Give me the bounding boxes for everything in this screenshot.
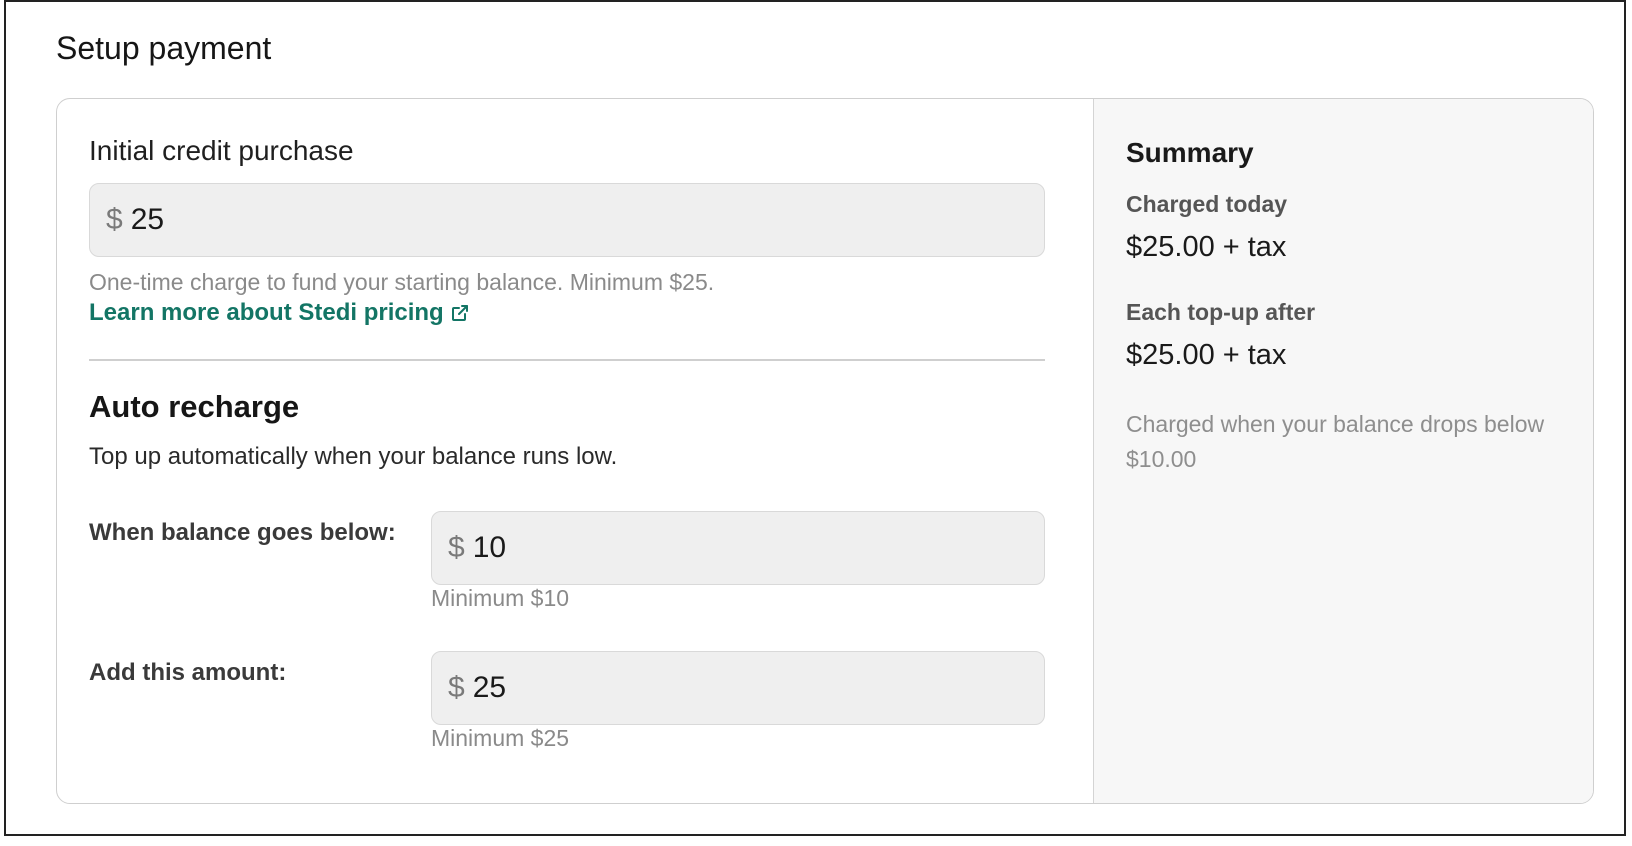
initial-credit-label: Initial credit purchase: [89, 135, 354, 166]
app-frame: Setup payment Initial credit purchase $ …: [4, 0, 1626, 836]
recharge-amount-label: Add this amount:: [89, 659, 287, 686]
initial-credit-input[interactable]: $ 25: [89, 183, 1045, 257]
charged-today-label: Charged today: [1126, 191, 1288, 217]
threshold-input[interactable]: $ 10: [431, 511, 1045, 585]
page-title: Setup payment: [56, 30, 272, 66]
stedi-pricing-link[interactable]: Learn more about Stedi pricing: [89, 299, 470, 327]
currency-symbol: $: [106, 203, 123, 236]
section-divider: [89, 359, 1045, 361]
charged-today-value: $25.00 + tax: [1126, 231, 1287, 263]
external-link-icon: [451, 305, 468, 321]
summary-note: Charged when your balance drops below $1…: [1126, 411, 1545, 472]
recharge-amount-value: 25: [472, 671, 507, 704]
summary-panel: Summary Charged today $25.00 + tax Each …: [1093, 99, 1593, 803]
topup-value: $25.00 + tax: [1126, 339, 1287, 371]
stedi-pricing-link-label: Learn more about Stedi pricing: [89, 299, 444, 326]
initial-credit-help: One-time charge to fund your starting ba…: [89, 269, 715, 295]
currency-symbol: $: [448, 531, 465, 564]
threshold-label: When balance goes below:: [89, 519, 396, 546]
recharge-amount-help: Minimum $25: [431, 725, 570, 751]
summary-title: Summary: [1126, 137, 1254, 168]
topup-label: Each top-up after: [1126, 299, 1316, 325]
threshold-value: 10: [472, 531, 507, 564]
payment-card: Initial credit purchase $ 25 One-time ch…: [56, 98, 1594, 804]
currency-symbol: $: [448, 671, 465, 704]
recharge-amount-input[interactable]: $ 25: [431, 651, 1045, 725]
threshold-help: Minimum $10: [431, 585, 570, 611]
payment-form: Initial credit purchase $ 25 One-time ch…: [57, 99, 1093, 803]
initial-credit-value: 25: [130, 203, 165, 236]
auto-recharge-title: Auto recharge: [89, 389, 300, 424]
auto-recharge-description: Top up automatically when your balance r…: [89, 443, 618, 470]
